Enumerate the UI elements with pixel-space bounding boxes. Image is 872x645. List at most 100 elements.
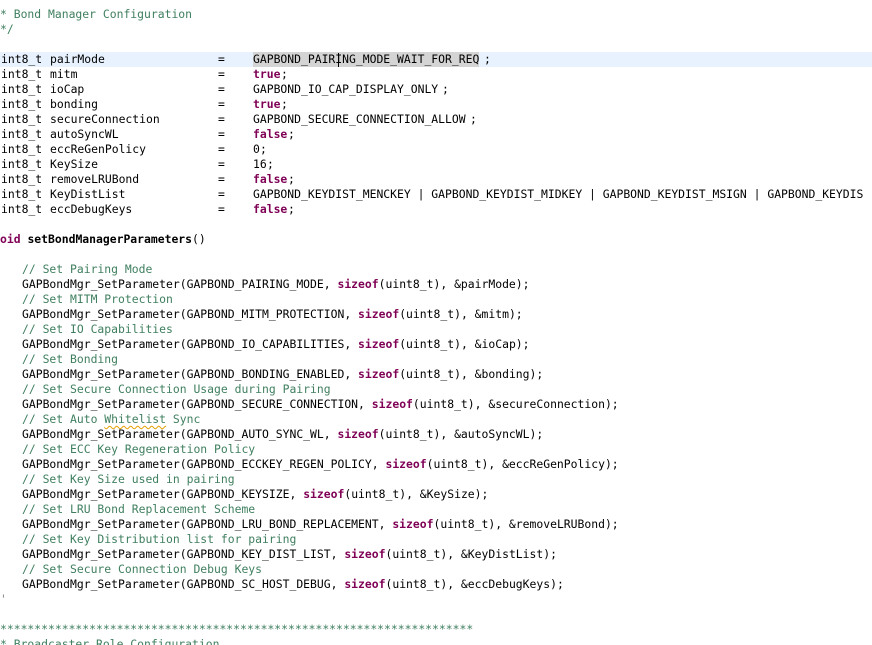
call-param: GAPBOND_IO_CAPABILITIES, [186,337,359,351]
decl-type: int8_t [1,52,43,66]
decl-value-keyword: false [253,202,288,216]
sizeof-keyword: sizeof [303,487,345,501]
decl-value: GAPBOND_SECURE_CONNECTION_ALLOW [253,112,466,126]
call-arg: , &KeyDistList); [447,547,557,561]
code-line[interactable]: GAPBondMgr_SetParameter(GAPBOND_ECCKEY_R… [22,457,619,472]
comment-line: // Set Key Size used in pairing [22,472,235,486]
comment-line: // Set IO Capabilities [22,322,173,336]
decl-semicolon: ; [281,97,288,111]
call-function: GAPBondMgr_SetParameter( [22,277,187,291]
decl-value-highlighted: GAPBOND_PAIRING_MODE_WAIT_FOR_REQ [253,52,480,67]
decl-equals: = [218,52,225,66]
call-param: GAPBOND_KEYSIZE, [186,487,304,501]
call-arg: , &secureConnection); [474,397,619,411]
decl-value-keyword: true [253,97,281,111]
code-line-current[interactable]: int8_t pairMode = GAPBOND_PAIRING_MODE_WAIT… [0,52,872,67]
sizeof-keyword: sizeof [337,427,379,441]
decl-semicolon: ; [288,127,295,141]
call-arg: , &autoSyncWL); [440,427,544,441]
decl-equals: = [218,82,225,96]
function-name: setBondManagerParameters [27,232,193,246]
call-function: GAPBondMgr_SetParameter( [22,487,187,501]
call-type-arg: (uint8_t) [433,517,496,531]
comment-line: // Set Key Distribution list for pairing [22,532,297,546]
decl-name: KeySize [50,157,99,171]
comment-line: // Set MITM Protection [22,292,173,306]
decl-equals: = [218,187,225,201]
call-type-arg: (uint8_t) [426,457,489,471]
decl-equals: = [218,157,225,171]
comment-line: */ [0,22,14,36]
code-line[interactable]: GAPBondMgr_SetParameter(GAPBOND_LRU_BOND… [22,517,619,532]
call-type-arg: (uint8_t) [378,277,441,291]
decl-name: secureConnection [50,112,160,126]
sizeof-keyword: sizeof [344,547,386,561]
decl-equals: = [218,202,225,216]
comment-line: // Set ECC Key Regeneration Policy [22,442,256,456]
sizeof-keyword: sizeof [337,277,379,291]
decl-name: removeLRUBond [50,172,140,186]
decl-type: int8_t [1,142,43,156]
code-line[interactable]: GAPBondMgr_SetParameter(GAPBOND_KEY_DIST… [22,547,557,562]
code-editor[interactable]: * Bond Manager Configuration */ int8_t pa… [0,0,872,645]
code-line[interactable]: GAPBondMgr_SetParameter(GAPBOND_PAIRING_… [22,277,530,292]
call-function: GAPBondMgr_SetParameter( [22,337,187,351]
decl-semicolon: ; [484,52,491,66]
decl-name: eccDebugKeys [50,202,133,216]
closing-brace-fragment: ' [0,592,7,606]
sizeof-keyword: sizeof [371,397,413,411]
comment-text: Sync [166,412,201,426]
code-line[interactable]: GAPBondMgr_SetParameter(GAPBOND_KEYSIZE,… [22,487,488,502]
sizeof-keyword: sizeof [358,337,400,351]
call-function: GAPBondMgr_SetParameter( [22,367,187,381]
decl-semicolon: ; [288,202,295,216]
text-cursor [338,53,339,67]
call-arg: , &bonding); [460,367,544,381]
decl-equals: = [218,97,225,111]
comment-line: * Broadcaster Role Configuration [0,637,220,645]
call-param: GAPBOND_ECCKEY_REGEN_POLICY, [186,457,386,471]
call-type-arg: (uint8_t) [378,427,441,441]
decl-type: int8_t [1,172,43,186]
code-line[interactable]: GAPBondMgr_SetParameter(GAPBOND_AUTO_SYN… [22,427,543,442]
code-line[interactable]: GAPBondMgr_SetParameter(GAPBOND_BONDING_… [22,367,543,382]
comment-text: // Set Auto [22,412,105,426]
code-line[interactable]: GAPBondMgr_SetParameter(GAPBOND_SECURE_C… [22,397,619,412]
call-function: GAPBondMgr_SetParameter( [22,427,187,441]
call-param: GAPBOND_PAIRING_MODE, [186,277,338,291]
comment-line: // Set Bonding [22,352,119,366]
divider-comment: ****************************************… [0,622,474,636]
decl-value: 16 [253,157,267,171]
decl-name: mitm [50,67,78,81]
decl-type: int8_t [1,202,43,216]
call-arg: , &pairMode); [440,277,530,291]
code-line[interactable]: GAPBondMgr_SetParameter(GAPBOND_MITM_PRO… [22,307,523,322]
call-param: GAPBOND_MITM_PROTECTION, [186,307,359,321]
comment-line: // Set LRU Bond Replacement Scheme [22,502,256,516]
call-type-arg: (uint8_t) [399,367,461,381]
call-param: GAPBOND_SC_HOST_DEBUG, [186,577,345,591]
comment-line: // Set Secure Connection Debug Keys [22,562,263,576]
decl-value-keyword: true [253,67,281,81]
decl-value: GAPBOND_KEYDIST_MENCKEY | GAPBOND_KEYDIS… [253,187,864,201]
call-type-arg: (uint8_t) [385,577,448,591]
call-arg: , &ioCap); [460,337,530,351]
call-arg: , &removeLRUBond); [495,517,619,531]
call-function: GAPBondMgr_SetParameter( [22,547,187,561]
decl-equals: = [218,127,225,141]
decl-type: int8_t [1,157,43,171]
call-function: GAPBondMgr_SetParameter( [22,577,187,591]
call-param: GAPBOND_AUTO_SYNC_WL, [186,427,338,441]
code-line[interactable]: GAPBondMgr_SetParameter(GAPBOND_IO_CAPAB… [22,337,530,352]
decl-type: int8_t [1,82,43,96]
decl-equals: = [218,67,225,81]
sizeof-keyword: sizeof [358,307,400,321]
spelling-warning-word[interactable]: Whitelist [104,412,166,426]
decl-name: KeyDistList [50,187,126,201]
decl-semicolon: ; [442,82,449,96]
call-arg: , &eccDebugKeys); [447,577,564,591]
decl-type: int8_t [1,127,43,141]
code-line[interactable]: GAPBondMgr_SetParameter(GAPBOND_SC_HOST_… [22,577,564,592]
call-function: GAPBondMgr_SetParameter( [22,517,187,531]
function-signature[interactable]: oid setBondManagerParameters() [0,232,206,247]
